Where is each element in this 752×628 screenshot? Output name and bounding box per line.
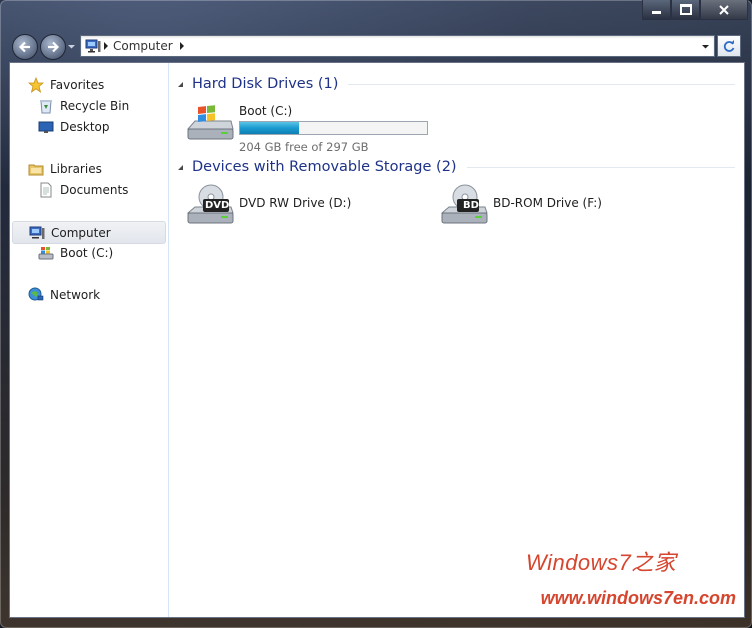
maximize-button[interactable] <box>671 0 700 20</box>
sidebar-item-recycle-bin[interactable]: Recycle Bin <box>38 95 129 116</box>
drive-badge: DVD <box>205 200 230 211</box>
drive-info: BD-ROM Drive (F:) <box>493 183 602 210</box>
group-header-hard-disk[interactable]: Hard Disk Drives (1) <box>177 73 735 95</box>
recycle-bin-icon <box>40 99 52 113</box>
collapse-arrow-icon[interactable] <box>177 164 184 171</box>
back-button[interactable] <box>12 34 38 60</box>
address-history-dropdown-icon[interactable] <box>701 42 710 51</box>
group-divider <box>348 83 735 85</box>
computer-icon <box>29 226 45 239</box>
drive-name: DVD RW Drive (D:) <box>239 196 352 210</box>
arrow-right-icon <box>48 41 60 53</box>
drive-tile-bd-f[interactable]: BD BD-ROM Drive (F:) <box>439 183 602 229</box>
refresh-button[interactable] <box>717 35 741 57</box>
collapse-arrow-icon[interactable] <box>177 81 184 88</box>
sidebar-item-label: Documents <box>60 182 129 197</box>
arrow-left-icon <box>18 41 30 53</box>
desktop-icon <box>38 121 54 133</box>
breadcrumb-item-computer[interactable]: Computer <box>113 39 173 53</box>
sidebar-item-computer[interactable]: Computer <box>12 221 166 244</box>
sidebar-item-label: Recycle Bin <box>60 98 130 113</box>
refresh-icon <box>723 40 735 52</box>
drive-tile-boot-c[interactable]: Boot (C:) 204 GB free of 297 GB <box>185 101 428 154</box>
explorer-content: Favorites Recycle Bin Desktop Libraries … <box>9 62 745 618</box>
sidebar-item-boot-c[interactable]: Boot (C:) <box>38 242 113 263</box>
minimize-button[interactable] <box>642 0 671 20</box>
sidebar-item-label: Favorites <box>50 77 105 92</box>
group-divider <box>466 166 735 168</box>
minimize-icon <box>652 11 661 14</box>
network-icon <box>28 287 44 300</box>
chevron-right-icon <box>179 42 184 50</box>
drive-name: BD-ROM Drive (F:) <box>493 196 602 210</box>
drive-badge: BD <box>463 200 479 211</box>
close-button[interactable] <box>700 0 748 20</box>
documents-icon <box>40 182 52 197</box>
sidebar-item-libraries[interactable]: Libraries <box>28 158 102 179</box>
watermark-logo-text: Windows7之家 <box>526 550 677 575</box>
sidebar-item-network[interactable]: Network <box>28 284 100 305</box>
star-icon <box>28 76 44 93</box>
sidebar-item-desktop[interactable]: Desktop <box>38 116 110 137</box>
windows-drive-icon <box>38 246 54 259</box>
group-header-removable[interactable]: Devices with Removable Storage (2) <box>177 156 735 178</box>
breadcrumb-separator[interactable] <box>177 36 187 56</box>
sidebar-item-label: Computer <box>51 225 111 240</box>
windows-drive-icon <box>186 105 234 140</box>
drive-info: DVD RW Drive (D:) <box>239 183 351 210</box>
sidebar-item-label: Boot (C:) <box>60 245 114 260</box>
chevron-right-icon <box>104 42 108 50</box>
address-bar[interactable]: Computer <box>80 35 715 57</box>
drive-name: Boot (C:) <box>239 104 293 118</box>
drive-usage-bar <box>239 121 428 135</box>
drive-info: Boot (C:) 204 GB free of 297 GB <box>239 101 428 154</box>
maximize-icon <box>679 4 692 15</box>
drive-tile-dvd-d[interactable]: DVD DVD RW Drive (D:) <box>185 183 351 229</box>
watermark: Windows7之家 www.windows7en.com <box>516 539 736 609</box>
navigation-pane: Favorites Recycle Bin Desktop Libraries … <box>10 63 169 617</box>
group-title: Hard Disk Drives (1) <box>192 76 339 92</box>
sidebar-item-favorites[interactable]: Favorites <box>28 74 104 95</box>
watermark-url: www.windows7en.com <box>540 588 736 608</box>
sidebar-item-label: Network <box>50 287 101 302</box>
drive-usage-fill <box>240 122 299 134</box>
forward-button[interactable] <box>40 34 66 60</box>
close-icon <box>719 4 729 15</box>
sidebar-item-label: Libraries <box>50 161 102 176</box>
drive-free-space: 204 GB free of 297 GB <box>239 140 369 154</box>
group-title: Devices with Removable Storage (2) <box>192 159 457 175</box>
sidebar-item-documents[interactable]: Documents <box>38 179 128 200</box>
caption-buttons <box>642 0 748 20</box>
libraries-icon <box>28 164 44 175</box>
sidebar-item-label: Desktop <box>60 119 110 134</box>
main-pane: Hard Disk Drives (1) Boot (C:) 204 GB fr… <box>169 63 744 617</box>
computer-icon <box>85 39 101 53</box>
recent-pages-dropdown-icon[interactable] <box>67 42 76 51</box>
breadcrumb-separator[interactable] <box>101 36 111 56</box>
